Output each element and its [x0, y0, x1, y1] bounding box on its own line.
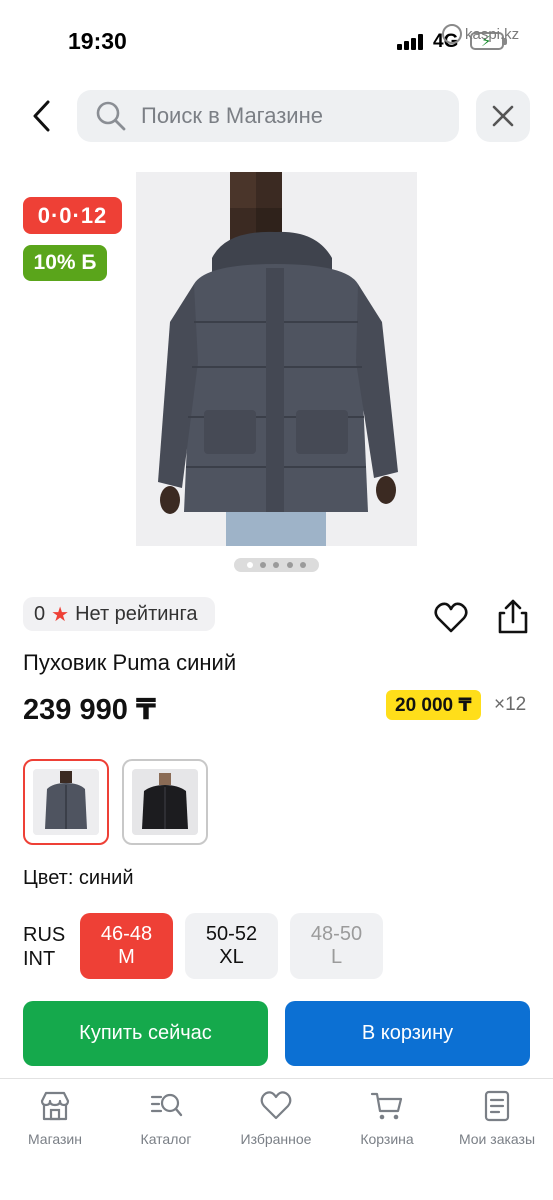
bottom-nav: Магазин Каталог Избранное Корзина Мои за… [0, 1078, 553, 1200]
watermark: kaspi.kz [442, 24, 519, 44]
watermark-logo-icon [442, 24, 462, 44]
nav-label: Избранное [240, 1131, 312, 1147]
gallery-pagination[interactable] [234, 558, 319, 572]
product-title: Пуховик Puma синий [23, 650, 237, 675]
color-label: Цвет: синий [23, 867, 134, 889]
nav-label: Мои заказы [458, 1131, 536, 1147]
orders-icon [484, 1090, 510, 1122]
pagination-dot[interactable] [260, 562, 267, 568]
heart-icon [434, 602, 468, 633]
favorite-button[interactable] [433, 600, 469, 636]
size-option-l[interactable]: 48-50 L [290, 913, 383, 979]
size-int: M [118, 946, 135, 968]
back-button[interactable] [22, 94, 62, 138]
size-label-int: INT [23, 948, 56, 970]
status-bar: 19:30 4G ⚡ kaspi.kz [0, 0, 553, 80]
store-icon [40, 1091, 70, 1121]
add-to-cart-button[interactable]: В корзину [285, 1001, 530, 1066]
close-icon [492, 105, 514, 127]
size-label-rus: RUS [23, 924, 66, 946]
nav-item-cart[interactable]: Корзина [332, 1089, 442, 1147]
bonus-badge: 10% Б [23, 245, 107, 281]
size-int: L [330, 946, 343, 968]
size-option-m[interactable]: 46-48 M [80, 913, 173, 979]
buy-now-button[interactable]: Купить сейчас [23, 1001, 268, 1066]
nav-item-catalog[interactable]: Каталог [111, 1089, 221, 1147]
pagination-dot[interactable] [247, 562, 254, 568]
monthly-payment-badge[interactable]: 20 000 ₸ [386, 690, 481, 720]
nav-item-orders[interactable]: Мои заказы [442, 1089, 552, 1147]
share-icon [498, 599, 528, 634]
jacket-photo [136, 172, 417, 546]
variant-blue[interactable] [23, 759, 109, 845]
pagination-dot[interactable] [286, 562, 293, 568]
catalog-icon [150, 1093, 183, 1117]
cart-icon [370, 1092, 403, 1120]
watermark-text: kaspi.kz [465, 25, 520, 43]
nav-item-favorites[interactable]: Избранное [221, 1089, 331, 1147]
rating-value: 0 [34, 602, 46, 625]
close-button[interactable] [476, 90, 530, 142]
size-int: XL [219, 946, 244, 968]
heart-icon [260, 1091, 292, 1120]
pagination-dot[interactable] [299, 562, 306, 568]
product-price: 239 990 ₸ [23, 694, 157, 726]
size-rus: 50-52 [205, 923, 258, 945]
variant-black[interactable] [122, 759, 208, 845]
rating-badge[interactable]: 0 ★ Нет рейтинга [23, 597, 215, 631]
size-rus: 46-48 [100, 923, 153, 945]
size-rus: 48-50 [310, 923, 363, 945]
search-input[interactable]: Поиск в Магазине [77, 90, 459, 142]
search-placeholder: Поиск в Магазине [141, 103, 323, 128]
nav-label: Каталог [140, 1131, 192, 1147]
share-button[interactable] [495, 598, 531, 636]
variant-thumbnail [132, 769, 198, 835]
rating-text: Нет рейтинга [75, 602, 198, 625]
installment-badge: 0·0·12 [23, 197, 122, 234]
status-time: 19:30 [68, 28, 127, 54]
installment-months: ×12 [494, 694, 527, 715]
size-option-xl[interactable]: 50-52 XL [185, 913, 278, 979]
product-image[interactable] [136, 172, 417, 546]
header: Поиск в Магазине [0, 88, 553, 144]
star-icon: ★ [51, 603, 70, 626]
signal-icon [397, 34, 425, 50]
chevron-left-icon [33, 100, 50, 132]
nav-item-store[interactable]: Магазин [0, 1089, 110, 1147]
variant-thumbnail [33, 769, 99, 835]
nav-label: Корзина [360, 1131, 414, 1147]
pagination-dot[interactable] [273, 562, 280, 568]
search-icon [96, 101, 126, 131]
nav-label: Магазин [27, 1131, 82, 1147]
size-system-label: RUS INT [23, 923, 65, 971]
